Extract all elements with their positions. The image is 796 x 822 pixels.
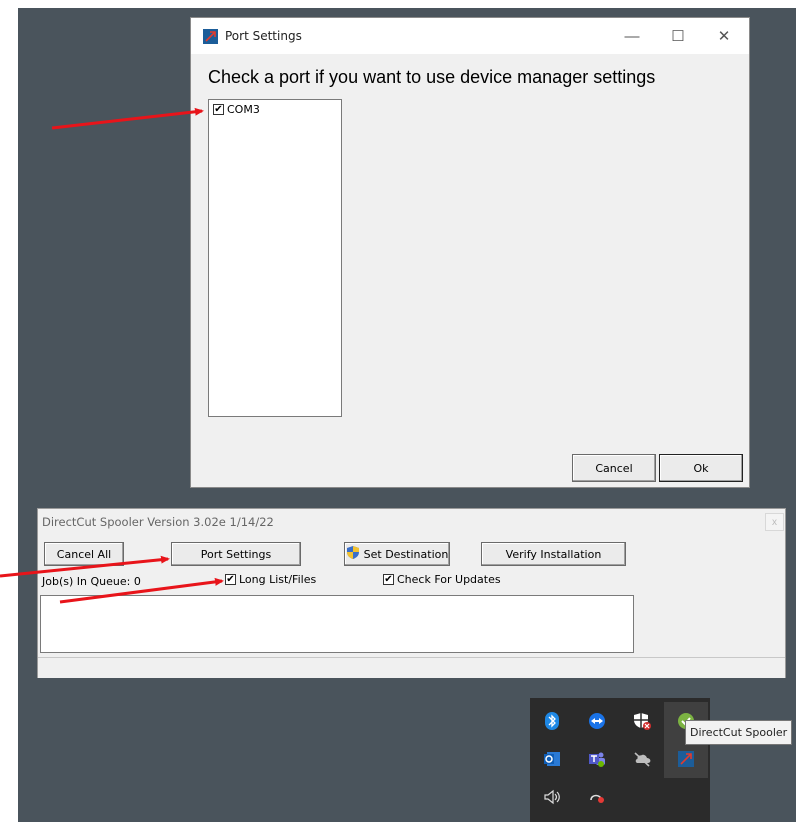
status-bar: [38, 657, 785, 678]
window-title: Port Settings: [225, 29, 302, 43]
port-item-com3[interactable]: ✔ COM3: [213, 103, 260, 116]
close-button[interactable]: ✕: [701, 18, 747, 54]
port-list[interactable]: ✔ COM3: [208, 99, 342, 417]
bluetooth-icon[interactable]: [530, 702, 574, 740]
record-icon[interactable]: [575, 778, 619, 816]
port-settings-window: Port Settings — ☐ ✕ Check a port if you …: [190, 17, 750, 488]
set-destination-button[interactable]: Set Destination: [344, 542, 450, 566]
long-list-checkbox-row[interactable]: ✔ Long List/Files: [225, 573, 316, 586]
shield-icon: [346, 545, 360, 563]
check-updates-checkbox-row[interactable]: ✔ Check For Updates: [383, 573, 501, 586]
system-tray-flyout: [530, 698, 710, 822]
speaker-icon[interactable]: [530, 778, 574, 816]
job-log-area[interactable]: [40, 595, 634, 653]
tray-tooltip: DirectCut Spooler: [685, 720, 793, 745]
minimize-icon: —: [624, 27, 640, 45]
close-icon: ✕: [717, 28, 731, 45]
check-updates-checkbox[interactable]: ✔: [383, 574, 394, 585]
onedrive-icon[interactable]: [620, 740, 664, 778]
teams-icon[interactable]: [575, 740, 619, 778]
port-checkbox[interactable]: ✔: [213, 104, 224, 115]
spooler-close-button[interactable]: x: [765, 513, 784, 531]
long-list-label: Long List/Files: [239, 573, 317, 586]
security-shield-icon[interactable]: [620, 702, 664, 740]
check-updates-label: Check For Updates: [397, 573, 501, 586]
spooler-window: DirectCut Spooler Version 3.02e 1/14/22 …: [37, 508, 786, 678]
maximize-icon: ☐: [671, 28, 685, 45]
teamviewer-icon[interactable]: [575, 702, 619, 740]
long-list-checkbox[interactable]: ✔: [225, 574, 236, 585]
cancel-all-button[interactable]: Cancel All: [44, 542, 124, 566]
spooler-titlebar[interactable]: DirectCut Spooler Version 3.02e 1/14/22 …: [38, 509, 785, 536]
set-destination-label: Set Destination: [363, 547, 449, 561]
queue-count-label: Job(s) In Queue: 0: [42, 575, 141, 588]
verify-installation-button[interactable]: Verify Installation: [481, 542, 626, 566]
maximize-button[interactable]: ☐: [655, 18, 701, 54]
app-icon: [203, 29, 218, 44]
ok-button[interactable]: Ok: [659, 454, 743, 482]
port-settings-button[interactable]: Port Settings: [171, 542, 301, 566]
spooler-title: DirectCut Spooler Version 3.02e 1/14/22: [42, 515, 274, 529]
cancel-button[interactable]: Cancel: [572, 454, 656, 482]
port-settings-titlebar[interactable]: Port Settings — ☐ ✕: [191, 18, 749, 54]
minimize-button[interactable]: —: [609, 18, 655, 54]
directcut-spooler-icon[interactable]: [664, 740, 708, 778]
instruction-text: Check a port if you want to use device m…: [208, 67, 656, 87]
port-label: COM3: [227, 103, 260, 116]
outlook-icon[interactable]: [530, 740, 574, 778]
